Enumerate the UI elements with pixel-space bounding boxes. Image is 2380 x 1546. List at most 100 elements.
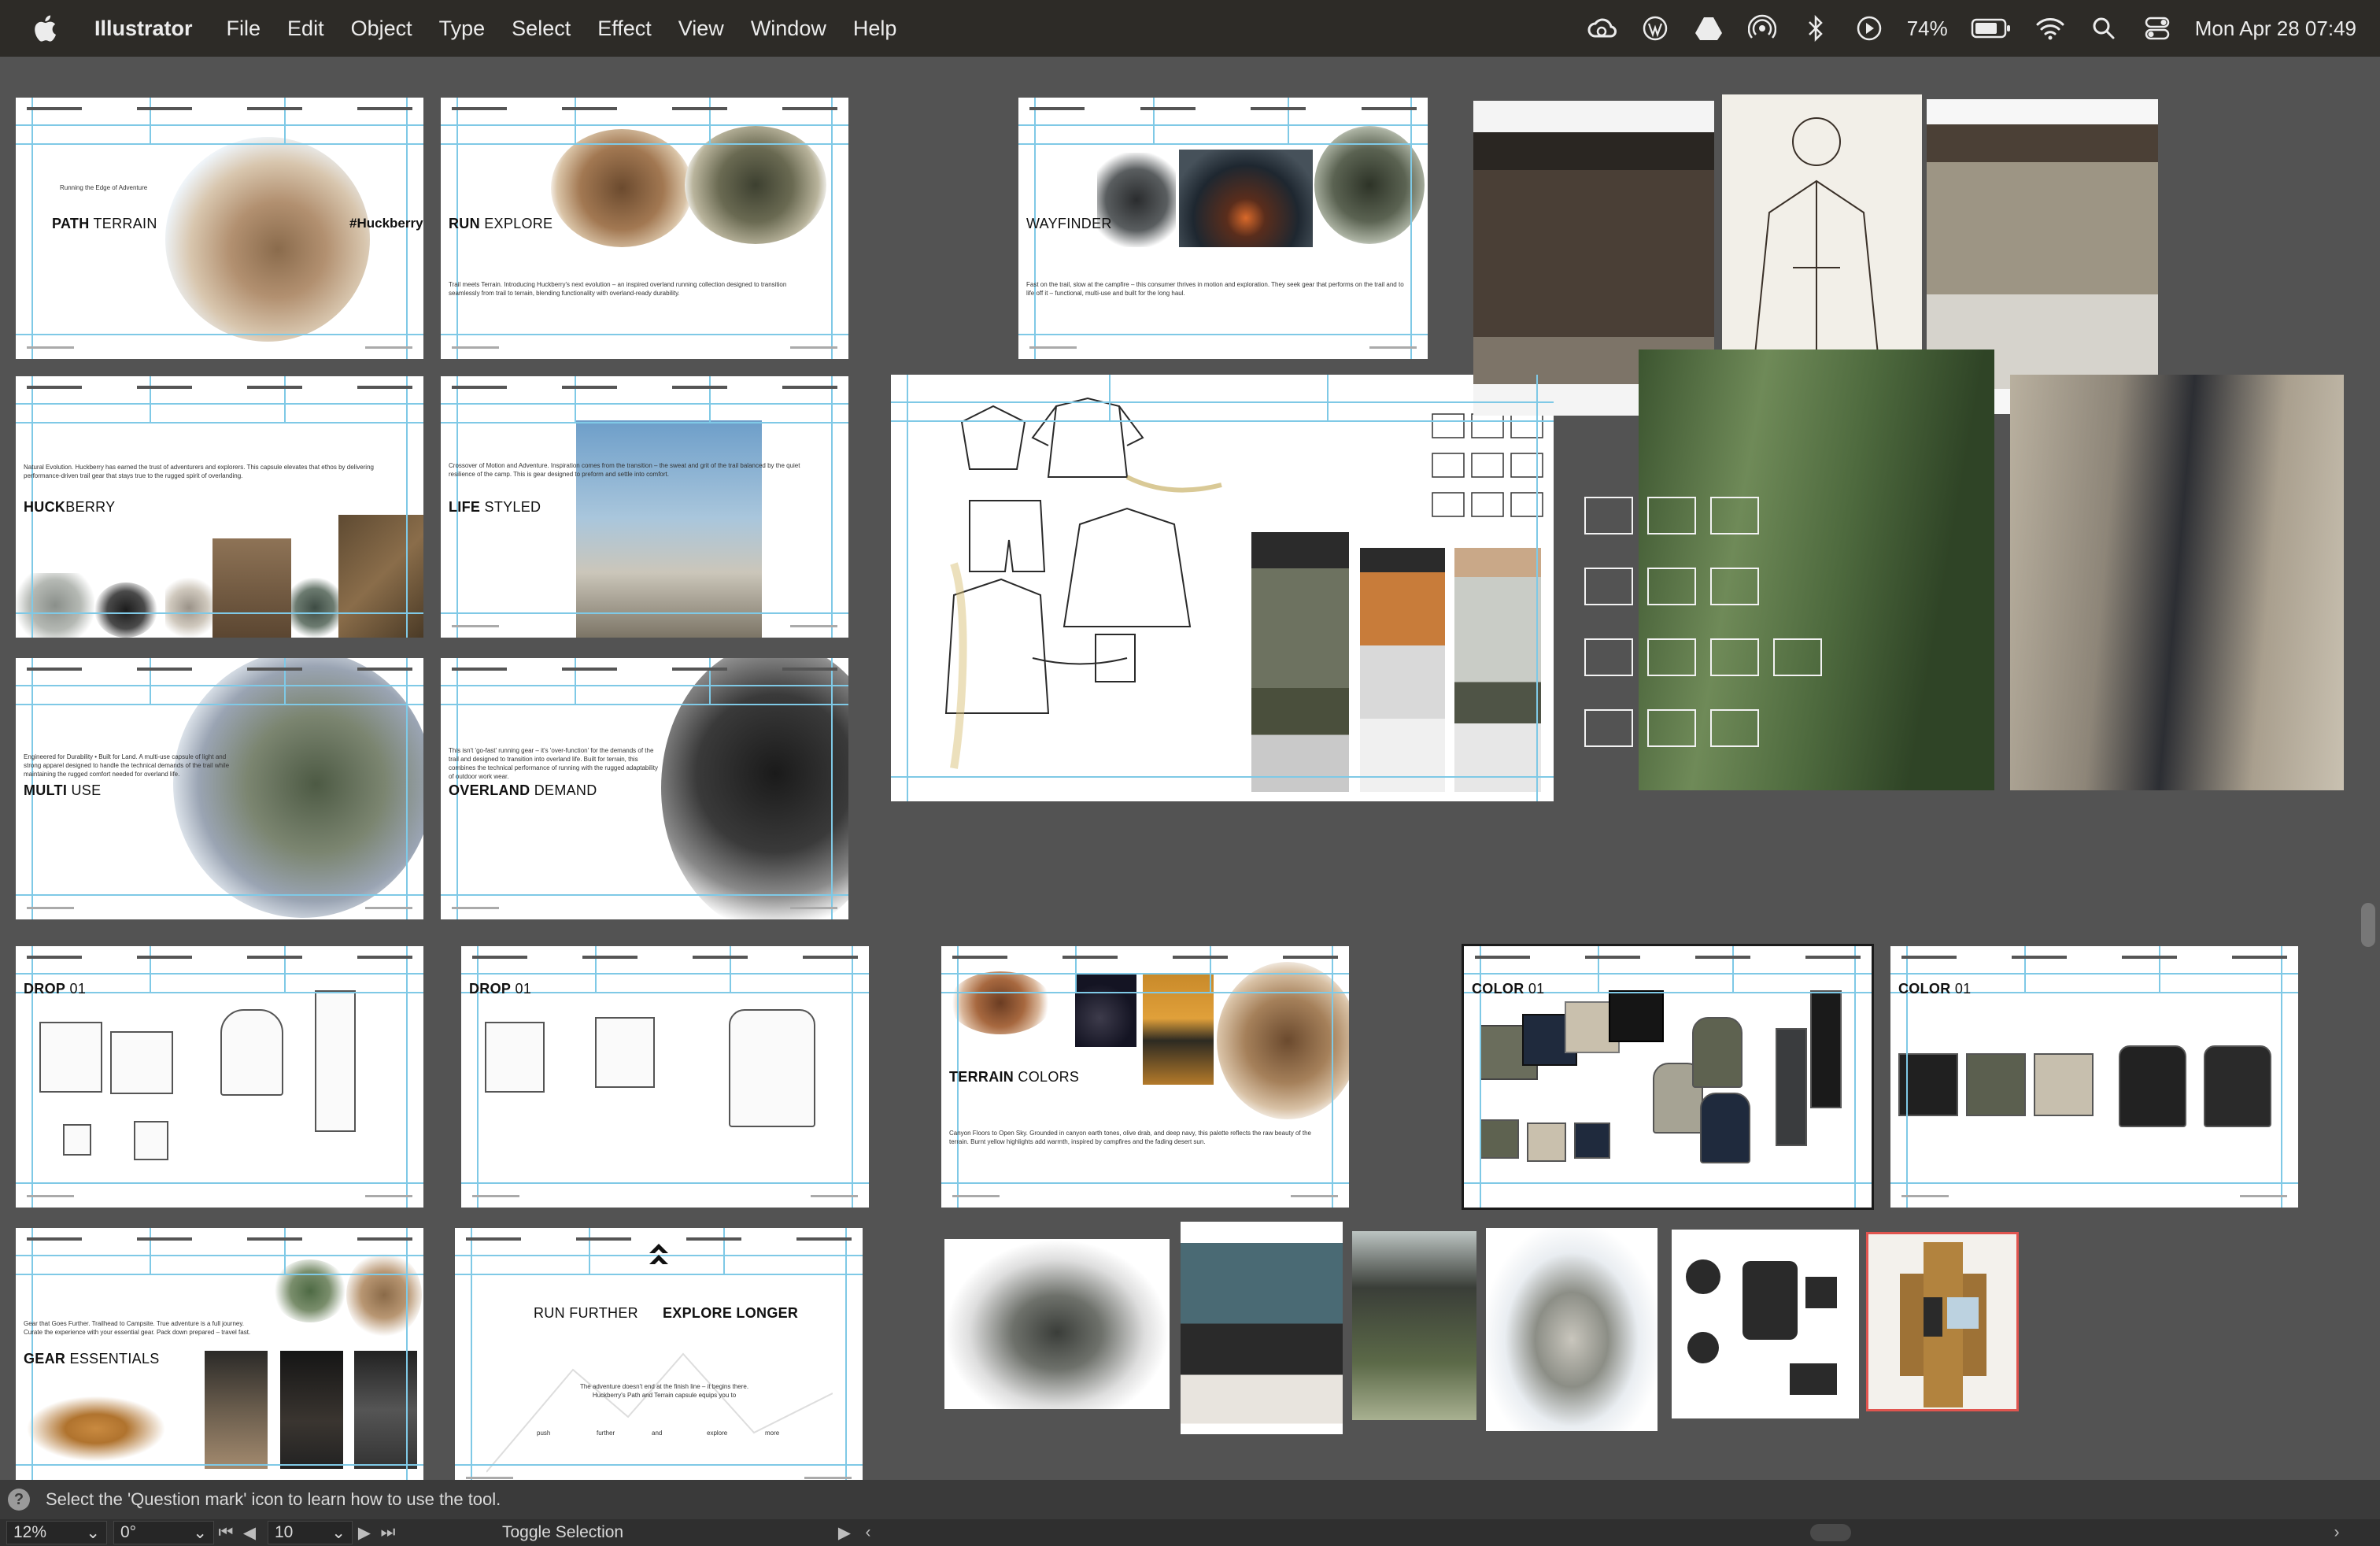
black-pants xyxy=(1810,990,1842,1108)
artboard-wayfinder[interactable]: WAYFINDER Fast on the trail, slow at the… xyxy=(1018,98,1428,359)
defender-rear-photo xyxy=(1181,1222,1343,1434)
yellow-vehicle-photo xyxy=(1143,975,1214,1085)
olive-shirt xyxy=(1966,1053,2026,1116)
next-artboard-icon[interactable]: ▶ xyxy=(353,1523,376,1543)
menu-effect[interactable]: Effect xyxy=(584,0,665,57)
flat-shirt-b xyxy=(595,1017,655,1088)
night-sky-photo xyxy=(1075,975,1136,1047)
wifi-icon[interactable] xyxy=(2034,13,2066,44)
backpack-photo xyxy=(165,578,213,638)
board-title: COLOR 01 xyxy=(1472,981,1545,997)
board-title: WAYFINDER xyxy=(1026,216,1112,231)
artboard-design-sketches[interactable] xyxy=(891,375,1554,801)
battery-percent: 74% xyxy=(1906,16,1948,40)
menu-select[interactable]: Select xyxy=(498,0,584,57)
forest-vehicle-photo xyxy=(1314,126,1425,244)
vertical-scroll-thumb[interactable] xyxy=(2361,903,2375,947)
hint-text: Select the 'Question mark' icon to learn… xyxy=(46,1489,501,1509)
jumping-runner-photo xyxy=(576,420,762,638)
hooded-figure-photo xyxy=(661,658,848,919)
artboard-color-01-b[interactable]: COLOR 01 xyxy=(1890,946,2298,1208)
black-shirt xyxy=(1898,1053,1958,1116)
previous-artboard-icon[interactable]: ◀ xyxy=(238,1523,261,1543)
artboard-life-styled[interactable]: Crossover of Motion and Adventure. Inspi… xyxy=(441,376,848,638)
rotation-value: 0° xyxy=(120,1523,137,1541)
flat-pocket-tee xyxy=(110,1031,173,1094)
artboard-number-field[interactable]: 10 ⌄ xyxy=(268,1521,353,1544)
menu-view[interactable]: View xyxy=(665,0,737,57)
menu-edit[interactable]: Edit xyxy=(274,0,338,57)
artboard-run-further[interactable]: RUN FURTHER EXPLORE LONGER The adventure… xyxy=(455,1228,863,1480)
board-body-text: Fast on the trail, slow at the campfire … xyxy=(1026,281,1404,297)
wordpress-icon[interactable] xyxy=(1639,13,1671,44)
last-artboard-icon[interactable]: ⏭ xyxy=(376,1523,400,1542)
runner-photo xyxy=(1097,153,1176,247)
board-title: TERRAIN COLORS xyxy=(949,1069,1080,1085)
canvas[interactable]: Running the Edge of Adventure PATH TERRA… xyxy=(0,57,2380,1480)
board-title: HUCKBERRY xyxy=(24,499,116,515)
scroll-right-icon[interactable]: › xyxy=(2325,1523,2349,1542)
shorts-sketches xyxy=(1432,413,1543,517)
board-title-left: RUN FURTHER xyxy=(534,1305,638,1321)
chevron-down-icon: ⌄ xyxy=(331,1523,346,1542)
brand-logo: #Huckberry xyxy=(349,216,423,231)
running-motion-photo xyxy=(2010,375,2344,790)
toggle-selection-dropdown[interactable]: Toggle Selection xyxy=(502,1523,738,1542)
expand-arrow-icon[interactable]: ▶ xyxy=(833,1523,856,1543)
flat-shirt-a xyxy=(485,1022,545,1093)
menu-window[interactable]: Window xyxy=(737,0,840,57)
sand-shorts xyxy=(1527,1123,1566,1162)
menu-file[interactable]: File xyxy=(213,0,275,57)
question-mark-icon[interactable]: ? xyxy=(8,1489,30,1511)
menu-clock[interactable]: Mon Apr 28 07:49 xyxy=(2195,17,2356,41)
artboard-terrain-colors[interactable]: TERRAIN COLORS Canyon Floors to Open Sky… xyxy=(941,946,1349,1208)
apple-menu-icon[interactable] xyxy=(24,7,66,50)
app-menu-illustrator[interactable]: Illustrator xyxy=(85,0,213,57)
control-center-icon[interactable] xyxy=(2142,13,2173,44)
artboard-gear-essentials[interactable]: Gear that Goes Further. Trailhead to Cam… xyxy=(16,1228,423,1480)
board-title: LIFE STYLED xyxy=(449,499,541,515)
artboard-huckberry[interactable]: Natural Evolution. Huckberry has earned … xyxy=(16,376,423,638)
artboard-drop-01-a[interactable]: DROP 01 xyxy=(16,946,423,1208)
overland-truck-photo xyxy=(685,126,826,244)
model-grey-tee-photo xyxy=(1454,548,1541,792)
navy-shorts xyxy=(1574,1123,1610,1159)
zoom-dropdown[interactable]: 12% ⌄ xyxy=(6,1521,107,1544)
board-body-text: Trail meets Terrain. Introducing Huckber… xyxy=(449,281,787,297)
olive-shorts xyxy=(1480,1119,1519,1159)
menu-help[interactable]: Help xyxy=(840,0,911,57)
spotlight-icon[interactable] xyxy=(2088,13,2119,44)
creative-cloud-icon[interactable] xyxy=(1586,13,1617,44)
offroad-tire-photo xyxy=(1352,1231,1476,1420)
flat-shorts-b xyxy=(134,1121,168,1160)
bluetooth-icon[interactable] xyxy=(1800,13,1831,44)
gear-photo xyxy=(291,578,338,638)
artboard-drop-01-b[interactable]: DROP 01 xyxy=(461,946,869,1208)
gear-flatlay-photo xyxy=(1672,1230,1859,1418)
vertical-scrollbar[interactable] xyxy=(2356,57,2380,1480)
horizontal-scroll-thumb[interactable] xyxy=(1810,1524,1851,1541)
artboard-color-01-a[interactable]: COLOR 01 xyxy=(1462,944,1874,1210)
battery-icon[interactable] xyxy=(1970,13,2012,44)
airdrop-icon[interactable] xyxy=(1746,13,1778,44)
artboard-path-terrain[interactable]: Running the Edge of Adventure PATH TERRA… xyxy=(16,98,423,359)
zoom-value: 12% xyxy=(13,1523,47,1541)
mountain-line-art xyxy=(486,1352,833,1473)
artboard-overland-demand[interactable]: This isn't 'go-fast' running gear – it's… xyxy=(441,658,848,919)
axe-photo xyxy=(24,1378,205,1480)
artboard-multi-use[interactable]: Engineered for Durability • Built for La… xyxy=(16,658,423,919)
google-drive-icon[interactable] xyxy=(1693,13,1724,44)
board-title: GEAR ESSENTIALS xyxy=(24,1351,160,1367)
board-body-text: Engineered for Durability • Built for La… xyxy=(24,753,230,778)
artboard-run-explore[interactable]: RUN EXPLORE Trail meets Terrain. Introdu… xyxy=(441,98,848,359)
land-rover-bw-photo xyxy=(944,1239,1170,1409)
rotation-dropdown[interactable]: 0° ⌄ xyxy=(113,1521,214,1544)
tagline-text: Running the Edge of Adventure xyxy=(60,184,148,191)
menu-object[interactable]: Object xyxy=(338,0,426,57)
selected-gear-bag-photo[interactable] xyxy=(1866,1232,2019,1411)
scroll-left-icon[interactable]: ‹ xyxy=(856,1523,880,1542)
menu-type[interactable]: Type xyxy=(426,0,499,57)
play-icon[interactable] xyxy=(1853,13,1885,44)
first-artboard-icon[interactable]: ⏮ xyxy=(214,1523,238,1542)
olive-hoodie xyxy=(1692,1017,1743,1088)
